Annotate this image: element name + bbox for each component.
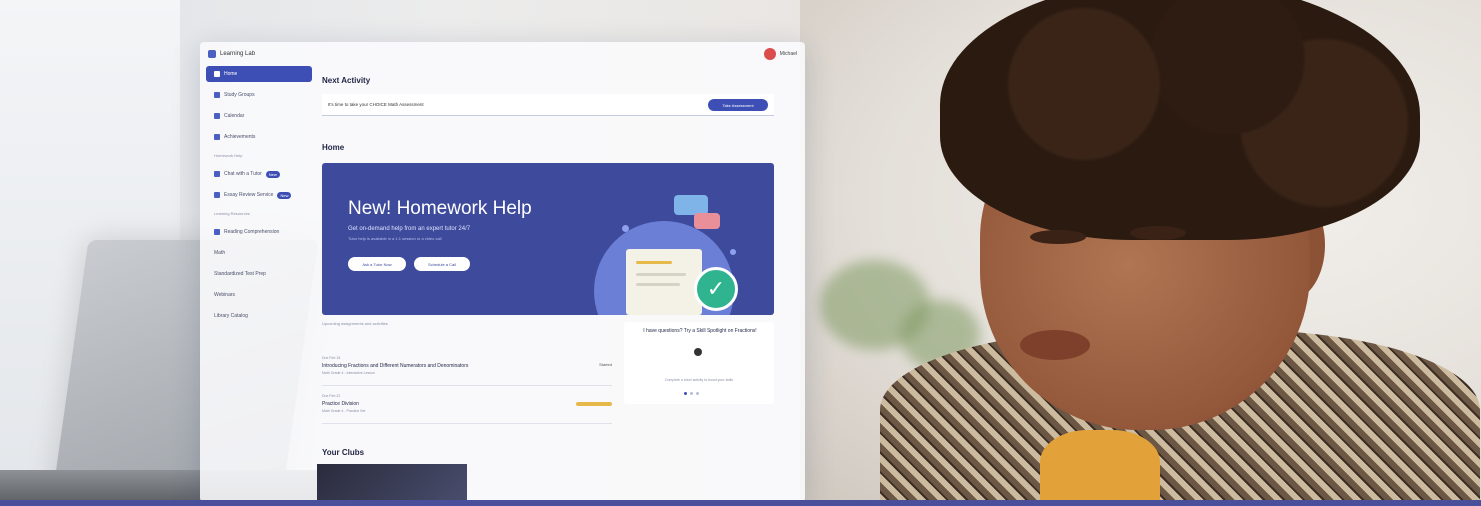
sidebar-item-home[interactable]: Home [206,66,312,82]
homework-help-banner: ✓ New! Homework Help Get on-demand help … [322,163,774,315]
card-text: Complete a short activity to boost your … [664,378,734,382]
carousel-dots[interactable] [684,392,699,395]
top-bar: Learning Lab Michael [200,42,805,66]
user-name: Michael [779,51,797,57]
next-activity-heading: Next Activity [322,76,371,85]
sidebar-item-label: Reading Comprehension [224,229,280,235]
eye [1130,226,1186,240]
sidebar-section-resources: Learning Resources [214,211,250,216]
list-item[interactable]: Due Feb 15 Introducing Fractions and Dif… [322,356,612,386]
new-badge: New [277,191,292,199]
student-photo [880,0,1480,506]
home-heading: Home [322,143,345,152]
decor-dot [622,225,629,232]
checkmark-icon: ✓ [694,267,738,311]
sidebar-item-label: Standardized Test Prep [214,271,266,277]
hero-title: New! Homework Help [348,198,532,219]
sidebar-item-webinars[interactable]: Webinars [206,287,312,303]
user-menu[interactable]: Michael [763,48,797,60]
sidebar-item-label: Calendar [224,113,245,119]
assignments-caption: Upcoming assignments and activities [322,321,388,326]
take-assessment-button[interactable]: Take Assessment [708,99,768,111]
sidebar-item-achievements[interactable]: Achievements [206,129,312,145]
due-date: Due Feb 22 [322,394,341,398]
sidebar-item-math[interactable]: Math [206,245,312,261]
hero-subtitle: Get on-demand help from an expert tutor … [348,226,471,232]
assignment-subtitle: Math Grade 4 - Interactive Lesson [322,371,375,375]
next-activity-banner: It's time to take your CHOICE Math Asses… [322,94,774,116]
schedule-call-button[interactable]: Schedule a Call [414,257,470,271]
calendar-icon [214,113,220,119]
sidebar-section-homework: Homework Help [214,153,243,158]
hair [940,0,1420,240]
lips [1020,330,1090,360]
ask-tutor-button[interactable]: Ask a Tutor Now [348,257,406,271]
app-window: Learning Lab Michael Home Study Groups C… [200,42,805,502]
brand-name: Learning Lab [220,51,256,57]
doc-line [636,261,672,264]
home-icon [214,71,220,77]
sidebar-item-study-groups[interactable]: Study Groups [206,87,312,103]
carousel-dot[interactable] [690,392,693,395]
sidebar-item-library[interactable]: Library Catalog [206,308,312,324]
t-shirt [1040,430,1160,506]
chat-icon [214,171,220,177]
club-thumbnail[interactable] [317,464,467,502]
progress-bar [576,402,612,406]
document-icon [214,192,220,198]
decor-dot [730,249,736,255]
book-icon [214,229,220,235]
clubs-heading: Your Clubs [322,448,365,457]
eye [1030,230,1086,244]
sidebar-item-label: Achievements [224,134,256,140]
lightbulb-icon [694,348,702,356]
sidebar-item-test-prep[interactable]: Standardized Test Prep [206,266,312,282]
chat-bubble-icon [694,213,720,229]
logo-icon [208,50,216,58]
trophy-icon [214,134,220,140]
doc-line [636,273,686,276]
sidebar-item-label: Webinars [214,292,236,298]
brand[interactable]: Learning Lab [208,50,255,58]
carousel-dot[interactable] [696,392,699,395]
hero-note: Tutor help is available in a 1:1 session… [348,236,442,241]
assignment-title: Practice Division [322,401,359,407]
due-date: Due Feb 15 [322,356,341,360]
carousel-dot[interactable] [684,392,687,395]
skill-spotlight-card[interactable]: I have questions? Try a Skill Spotlight … [624,322,774,404]
new-badge: New [265,170,280,178]
group-icon [214,92,220,98]
sidebar-item-chat-tutor[interactable]: Chat with a Tutor New [206,166,312,182]
sidebar-item-essay-review[interactable]: Essay Review Service New [206,187,312,203]
document-icon [626,249,702,315]
next-activity-text: It's time to take your CHOICE Math Asses… [328,102,424,107]
sidebar-item-label: Math [214,250,226,256]
list-item[interactable]: Due Feb 22 Practice Division Math Grade … [322,394,612,424]
assignment-subtitle: Math Grade 4 - Practice Set [322,409,366,413]
card-title: I have questions? Try a Skill Spotlight … [643,328,757,334]
sidebar-item-calendar[interactable]: Calendar [206,108,312,124]
avatar [763,48,776,60]
sidebar-item-label: Chat with a Tutor [224,171,262,177]
sidebar-item-reading[interactable]: Reading Comprehension [206,224,312,240]
bottom-accent-bar [0,500,1481,506]
sidebar-item-label: Essay Review Service [224,192,274,198]
doc-line [636,283,680,286]
chat-bubble-icon [674,195,708,215]
sidebar-item-label: Study Groups [224,92,255,98]
assignment-title: Introducing Fractions and Different Nume… [322,363,469,369]
sidebar: Home Study Groups Calendar Achievements … [200,66,312,502]
status-badge: Started [599,362,612,367]
sidebar-item-label: Library Catalog [214,313,248,319]
sidebar-item-label: Home [224,71,238,77]
